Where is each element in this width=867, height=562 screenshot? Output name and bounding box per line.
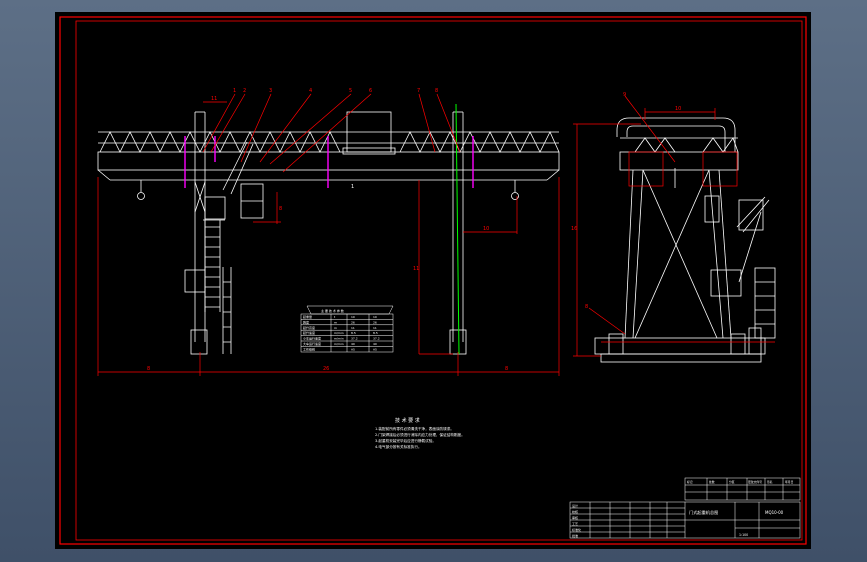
dim-hook-offset: 10 xyxy=(483,226,489,232)
side-labels: 9 8 10 16 xyxy=(571,92,681,310)
spec-cell: 37.2 xyxy=(373,337,380,341)
role-label: 设计 xyxy=(572,503,578,508)
revision-header: 分区 xyxy=(729,480,735,484)
part-number: 5 xyxy=(349,88,352,94)
notes-line: 3.起重机安装完毕后应进行静载试验。 xyxy=(375,438,436,443)
dim-height: 11 xyxy=(413,266,419,272)
spec-cell: 11 xyxy=(373,326,377,330)
revision-header: 年月日 xyxy=(785,480,794,484)
section-marker: 1 xyxy=(351,184,354,190)
rail-centerline xyxy=(455,103,460,355)
drawing-frame xyxy=(59,16,807,545)
dim-left-overhang: 8 xyxy=(147,366,150,372)
side-top-frame xyxy=(616,117,736,152)
spec-cell: 40 xyxy=(373,342,377,346)
spec-cell: 工作级别 xyxy=(303,346,315,351)
front-labels: 11 1 2 3 4 5 6 7 8 8 26 8 11 10 8 xyxy=(147,88,508,372)
title-block xyxy=(569,477,801,539)
role-label: 标准化 xyxy=(572,527,581,532)
part-number: 3 xyxy=(269,88,272,94)
spec-cell: A5 xyxy=(351,347,355,351)
hook-left xyxy=(137,192,145,200)
spec-cell: 跨度 xyxy=(303,319,309,324)
part-number: 9 xyxy=(623,92,626,98)
side-leg-left xyxy=(624,169,634,339)
part-number: 6 xyxy=(369,88,372,94)
spec-cell: m/min xyxy=(334,331,344,335)
spec-cell: m xyxy=(334,320,337,324)
cad-viewport[interactable]: 11 1 2 3 4 5 6 7 8 8 26 8 11 10 8 1 9 8 … xyxy=(55,12,811,549)
spec-cell: 26 xyxy=(373,320,377,324)
hook-right xyxy=(511,192,519,200)
side-girder xyxy=(619,151,739,171)
dim-right-overhang: 8 xyxy=(505,366,508,372)
notes-line: 1.装配前所有零件必须清洗干净，表面涂防锈漆。 xyxy=(375,426,454,431)
outer-border xyxy=(59,16,807,545)
spec-cell: t xyxy=(334,315,336,319)
spec-cell: 37.2 xyxy=(351,337,358,341)
revision-header: 更改文件号 xyxy=(748,480,762,484)
spec-cell: m/min xyxy=(334,342,344,346)
spec-cell: 8.5 xyxy=(351,331,356,335)
spec-table-title: 主 要 技 术 参 数 xyxy=(321,308,344,313)
notes-line: 4.电气部分按有关标准执行。 xyxy=(375,444,422,449)
spec-cell: A5 xyxy=(373,347,377,351)
access-ladder xyxy=(203,141,254,354)
sheet-code: MQ10-00 xyxy=(765,510,784,515)
spec-cell: m xyxy=(334,326,337,330)
spec-cell: 起重量 xyxy=(303,314,312,319)
role-label: 工艺 xyxy=(572,521,578,526)
spec-cell: 11 xyxy=(351,326,355,330)
spec-cell: 8.5 xyxy=(373,331,378,335)
role-label: 批准 xyxy=(572,533,578,538)
spec-cell: 起升速度 xyxy=(303,330,315,335)
crane-drawing: 11 1 2 3 4 5 6 7 8 8 26 8 11 10 8 1 9 8 … xyxy=(59,16,807,545)
drawing-name: 门式起重机总图 xyxy=(689,509,718,516)
spec-cell: 小车运行速度 xyxy=(303,336,321,341)
revision-header: 签名 xyxy=(767,480,773,484)
notes-line: 2.门架焊接后必须进行消除内应力处理，保证结构刚度。 xyxy=(375,432,465,437)
scale-label: 1:100 xyxy=(739,533,748,537)
part-number: 8 xyxy=(585,304,588,310)
spec-cell: 10 xyxy=(351,315,355,319)
dim-span: 26 xyxy=(323,366,329,372)
spec-cell: m/min xyxy=(334,337,344,341)
revision-header: 处数 xyxy=(709,480,715,484)
part-number: 7 xyxy=(417,88,420,94)
side-view xyxy=(594,117,776,363)
notes-title: 技 术 要 求 xyxy=(395,417,420,424)
side-sill-beam xyxy=(594,337,766,355)
spec-cell: 10 xyxy=(373,315,377,319)
part-number: 2 xyxy=(243,88,246,94)
spec-cell: 起升高度 xyxy=(303,325,315,330)
side-dimensions xyxy=(573,95,775,357)
part-number: 4 xyxy=(309,88,312,94)
dim-top-width: 10 xyxy=(675,106,681,112)
part-number: 1 xyxy=(233,88,236,94)
dim-cab-width: 8 xyxy=(279,206,282,212)
spec-cell: 大车运行速度 xyxy=(303,341,321,346)
role-label: 校核 xyxy=(572,509,578,514)
part-number: 8 xyxy=(435,88,438,94)
part-number: 11 xyxy=(211,96,217,102)
role-label: 审核 xyxy=(572,515,578,520)
spec-cell: 26 xyxy=(351,320,355,324)
dim-side-height: 16 xyxy=(571,226,577,232)
revision-header: 标记 xyxy=(687,480,693,484)
spec-cell: 40 xyxy=(351,342,355,346)
